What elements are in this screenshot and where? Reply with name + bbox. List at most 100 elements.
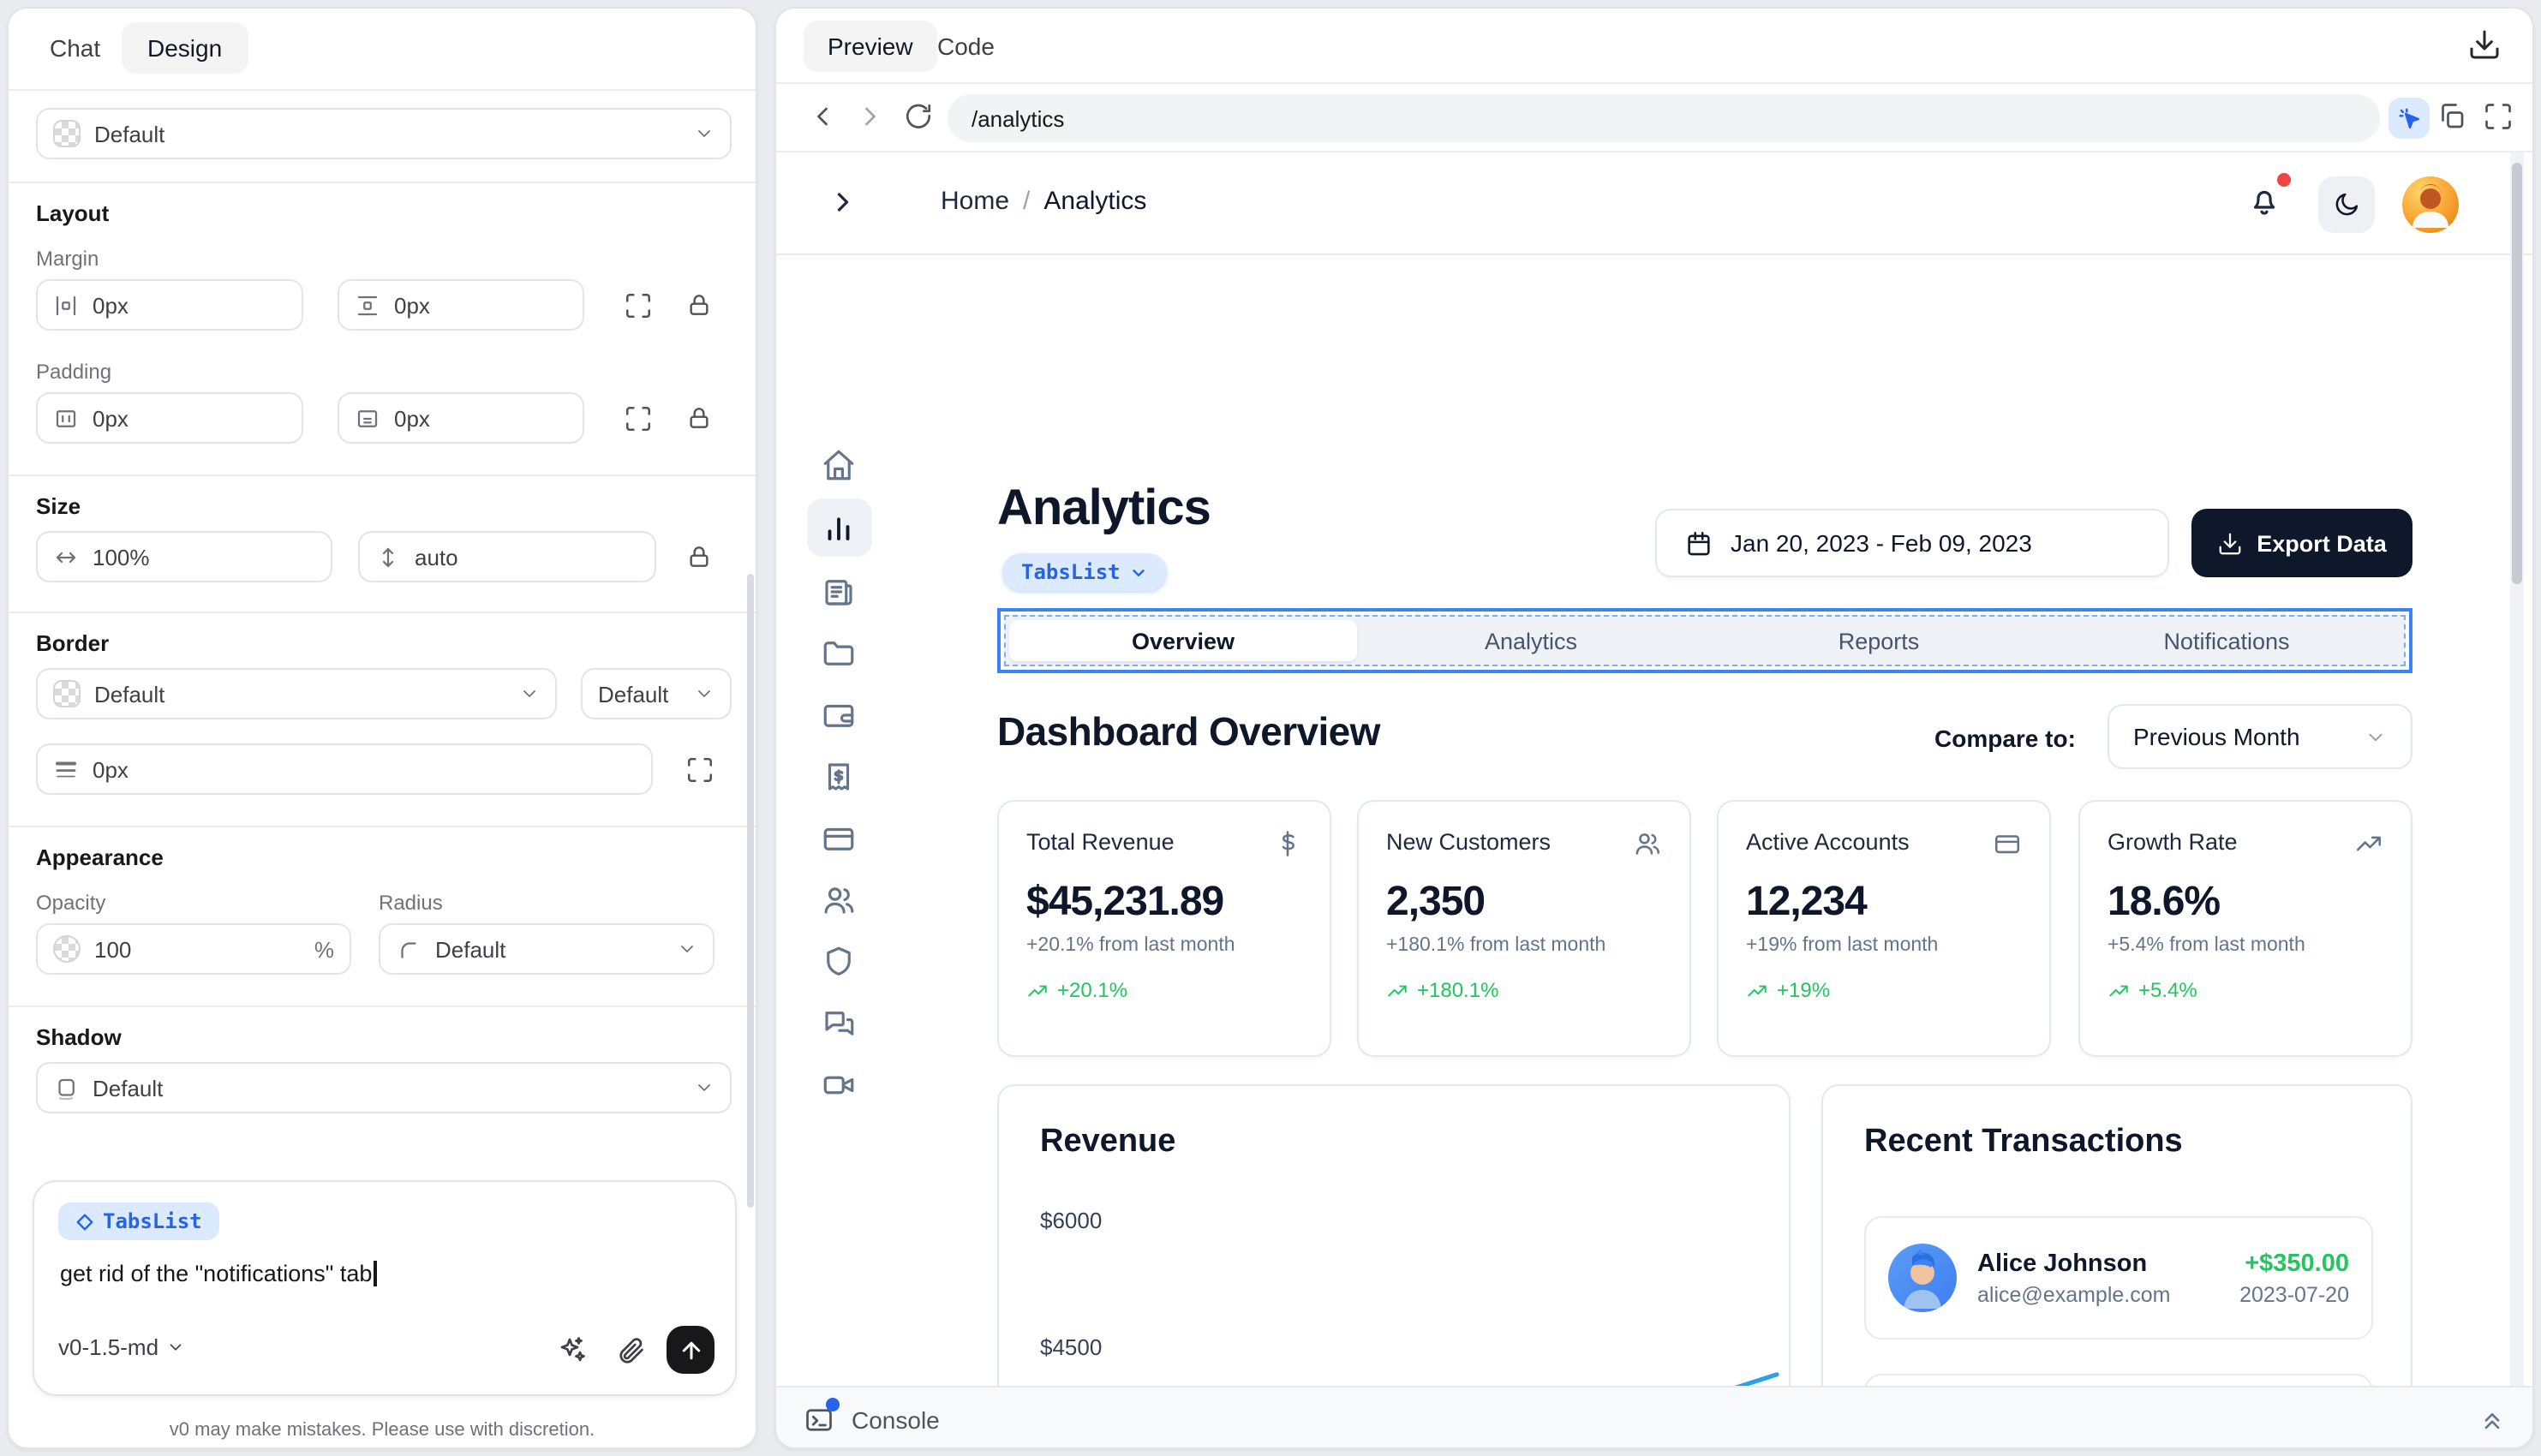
app-header: Home / Analytics (776, 152, 2534, 255)
divider (9, 1005, 756, 1007)
element-style-select[interactable]: Default (36, 108, 732, 159)
chat-composer[interactable]: TabsList get rid of the "notifications" … (33, 1180, 737, 1396)
forward-icon[interactable] (855, 101, 889, 135)
composer-message[interactable]: get rid of the "notifications" tab (60, 1261, 376, 1286)
chevrons-up-icon[interactable] (2478, 1404, 2508, 1435)
sidebar-home-icon[interactable] (821, 447, 858, 485)
shadow-select[interactable]: Default (36, 1062, 732, 1113)
padding-label: Padding (36, 360, 111, 384)
margin-y-input[interactable]: 0px (338, 279, 584, 331)
console-bar[interactable]: Console (776, 1386, 2534, 1449)
border-style-select[interactable]: Default (581, 668, 732, 719)
address-bar-row: /analytics (776, 84, 2532, 152)
layout-section-title: Layout (36, 200, 109, 226)
border-width-input[interactable]: 0px (36, 743, 653, 795)
opacity-input[interactable]: 100 % (36, 923, 351, 975)
sidebar-receipt-icon[interactable] (821, 759, 858, 797)
compare-select[interactable]: Previous Month (2108, 704, 2412, 769)
shadow-icon (53, 1075, 79, 1101)
copy-icon[interactable] (2436, 101, 2471, 135)
stat-delta: +19% (1746, 978, 2022, 1002)
padding-lock-icon[interactable] (680, 399, 718, 437)
shadow-section-title: Shadow (36, 1024, 122, 1050)
chevron-down-icon (2365, 725, 2387, 748)
tabslist-selection-outline[interactable]: Overview Analytics Reports Notifications (997, 608, 2412, 673)
paperclip-icon[interactable] (615, 1334, 646, 1365)
border-expand-icon[interactable] (680, 750, 718, 788)
sidebar-shield-icon[interactable] (821, 944, 858, 982)
download-icon[interactable] (2467, 27, 2505, 65)
margin-label: Margin (36, 247, 99, 271)
select-mode-button[interactable] (2389, 98, 2430, 139)
disclaimer-text: v0 may make mistakes. Please use with di… (9, 1420, 756, 1441)
refresh-icon[interactable] (903, 101, 937, 135)
radius-icon (396, 936, 422, 962)
breadcrumb: Home / Analytics (941, 187, 1146, 216)
model-select[interactable]: v0-1.5-md (58, 1334, 184, 1360)
tab-analytics[interactable]: Analytics (1357, 620, 1705, 661)
tab-notifications[interactable]: Notifications (2053, 620, 2400, 661)
trending-up-icon (1386, 979, 1408, 1001)
padding-y-input[interactable]: 0px (338, 392, 584, 444)
bell-icon[interactable] (2246, 183, 2284, 221)
send-button[interactable] (667, 1326, 714, 1374)
transaction-row[interactable]: Alice Johnson alice@example.com +$350.00… (1864, 1216, 2373, 1340)
preview-panel: Preview Code /analytics Home / Analytics (774, 7, 2534, 1449)
padding-expand-icon[interactable] (619, 399, 656, 437)
chevron-down-icon (1129, 563, 1148, 582)
border-width-icon (53, 756, 79, 782)
stat-delta: +5.4% (2108, 978, 2383, 1002)
stat-card-new-customers: New Customers 2,350 +180.1% from last mo… (1357, 800, 1691, 1057)
width-input[interactable]: 100% (36, 531, 332, 582)
credit-card-icon (1993, 829, 2022, 858)
tab-code[interactable]: Code (937, 33, 995, 60)
tab-preview[interactable]: Preview (804, 21, 937, 72)
sidebar-users-icon[interactable] (821, 882, 858, 920)
tab-design[interactable]: Design (122, 22, 248, 74)
margin-lock-icon[interactable] (680, 286, 718, 324)
chevron-down-icon (519, 683, 540, 704)
sidebar-analytics-icon[interactable] (821, 509, 858, 546)
opacity-icon (53, 935, 81, 963)
url-input[interactable]: /analytics (948, 94, 2380, 142)
selected-component-badge[interactable]: TabsList (1002, 553, 1167, 591)
sidebar-newspaper-icon[interactable] (821, 574, 858, 612)
margin-x-input[interactable]: 0px (36, 279, 303, 331)
tab-reports[interactable]: Reports (1705, 620, 2053, 661)
divider (9, 474, 756, 476)
sidebar-toggle-icon[interactable] (828, 187, 858, 218)
padding-x-input[interactable]: 0px (36, 392, 303, 444)
border-color-select[interactable]: Default (36, 668, 557, 719)
sidebar-wallet-icon[interactable] (821, 697, 858, 735)
date-range-picker[interactable]: Jan 20, 2023 - Feb 09, 2023 (1655, 509, 2169, 577)
preview-scrollbar-thumb[interactable] (2512, 163, 2522, 584)
fullscreen-icon[interactable] (2483, 101, 2517, 135)
breadcrumb-home[interactable]: Home (941, 187, 1009, 216)
y-tick: $6000 (1040, 1208, 1102, 1233)
tab-overview[interactable]: Overview (1009, 620, 1357, 661)
section-title: Dashboard Overview (997, 709, 1380, 755)
margin-y-icon (355, 292, 380, 318)
sidebar-folder-icon[interactable] (821, 636, 858, 673)
height-input[interactable]: auto (358, 531, 656, 582)
size-lock-icon[interactable] (680, 538, 718, 576)
theme-toggle-button[interactable] (2318, 176, 2375, 233)
v0-workspace: Chat Design Default Layout Margin 0px 0p… (0, 0, 2541, 1456)
sparkles-icon[interactable] (557, 1334, 588, 1365)
calendar-icon (1684, 528, 1713, 558)
chevron-down-icon (165, 1338, 184, 1357)
user-avatar[interactable] (2402, 176, 2459, 233)
trending-up-icon (2108, 979, 2130, 1001)
back-icon[interactable] (807, 101, 841, 135)
tab-chat[interactable]: Chat (50, 34, 100, 62)
sidebar-messages-icon[interactable] (821, 1005, 858, 1043)
design-panel-header: Chat Design (9, 9, 756, 91)
sidebar-credit-card-icon[interactable] (821, 820, 858, 858)
sidebar-video-icon[interactable] (821, 1067, 858, 1105)
download-icon (2217, 530, 2243, 556)
export-data-button[interactable]: Export Data (2191, 509, 2412, 577)
design-panel-scrollbar[interactable] (747, 574, 754, 1208)
tabslist-chip[interactable]: TabsList (58, 1202, 219, 1240)
margin-expand-icon[interactable] (619, 286, 656, 324)
radius-select[interactable]: Default (379, 923, 714, 975)
